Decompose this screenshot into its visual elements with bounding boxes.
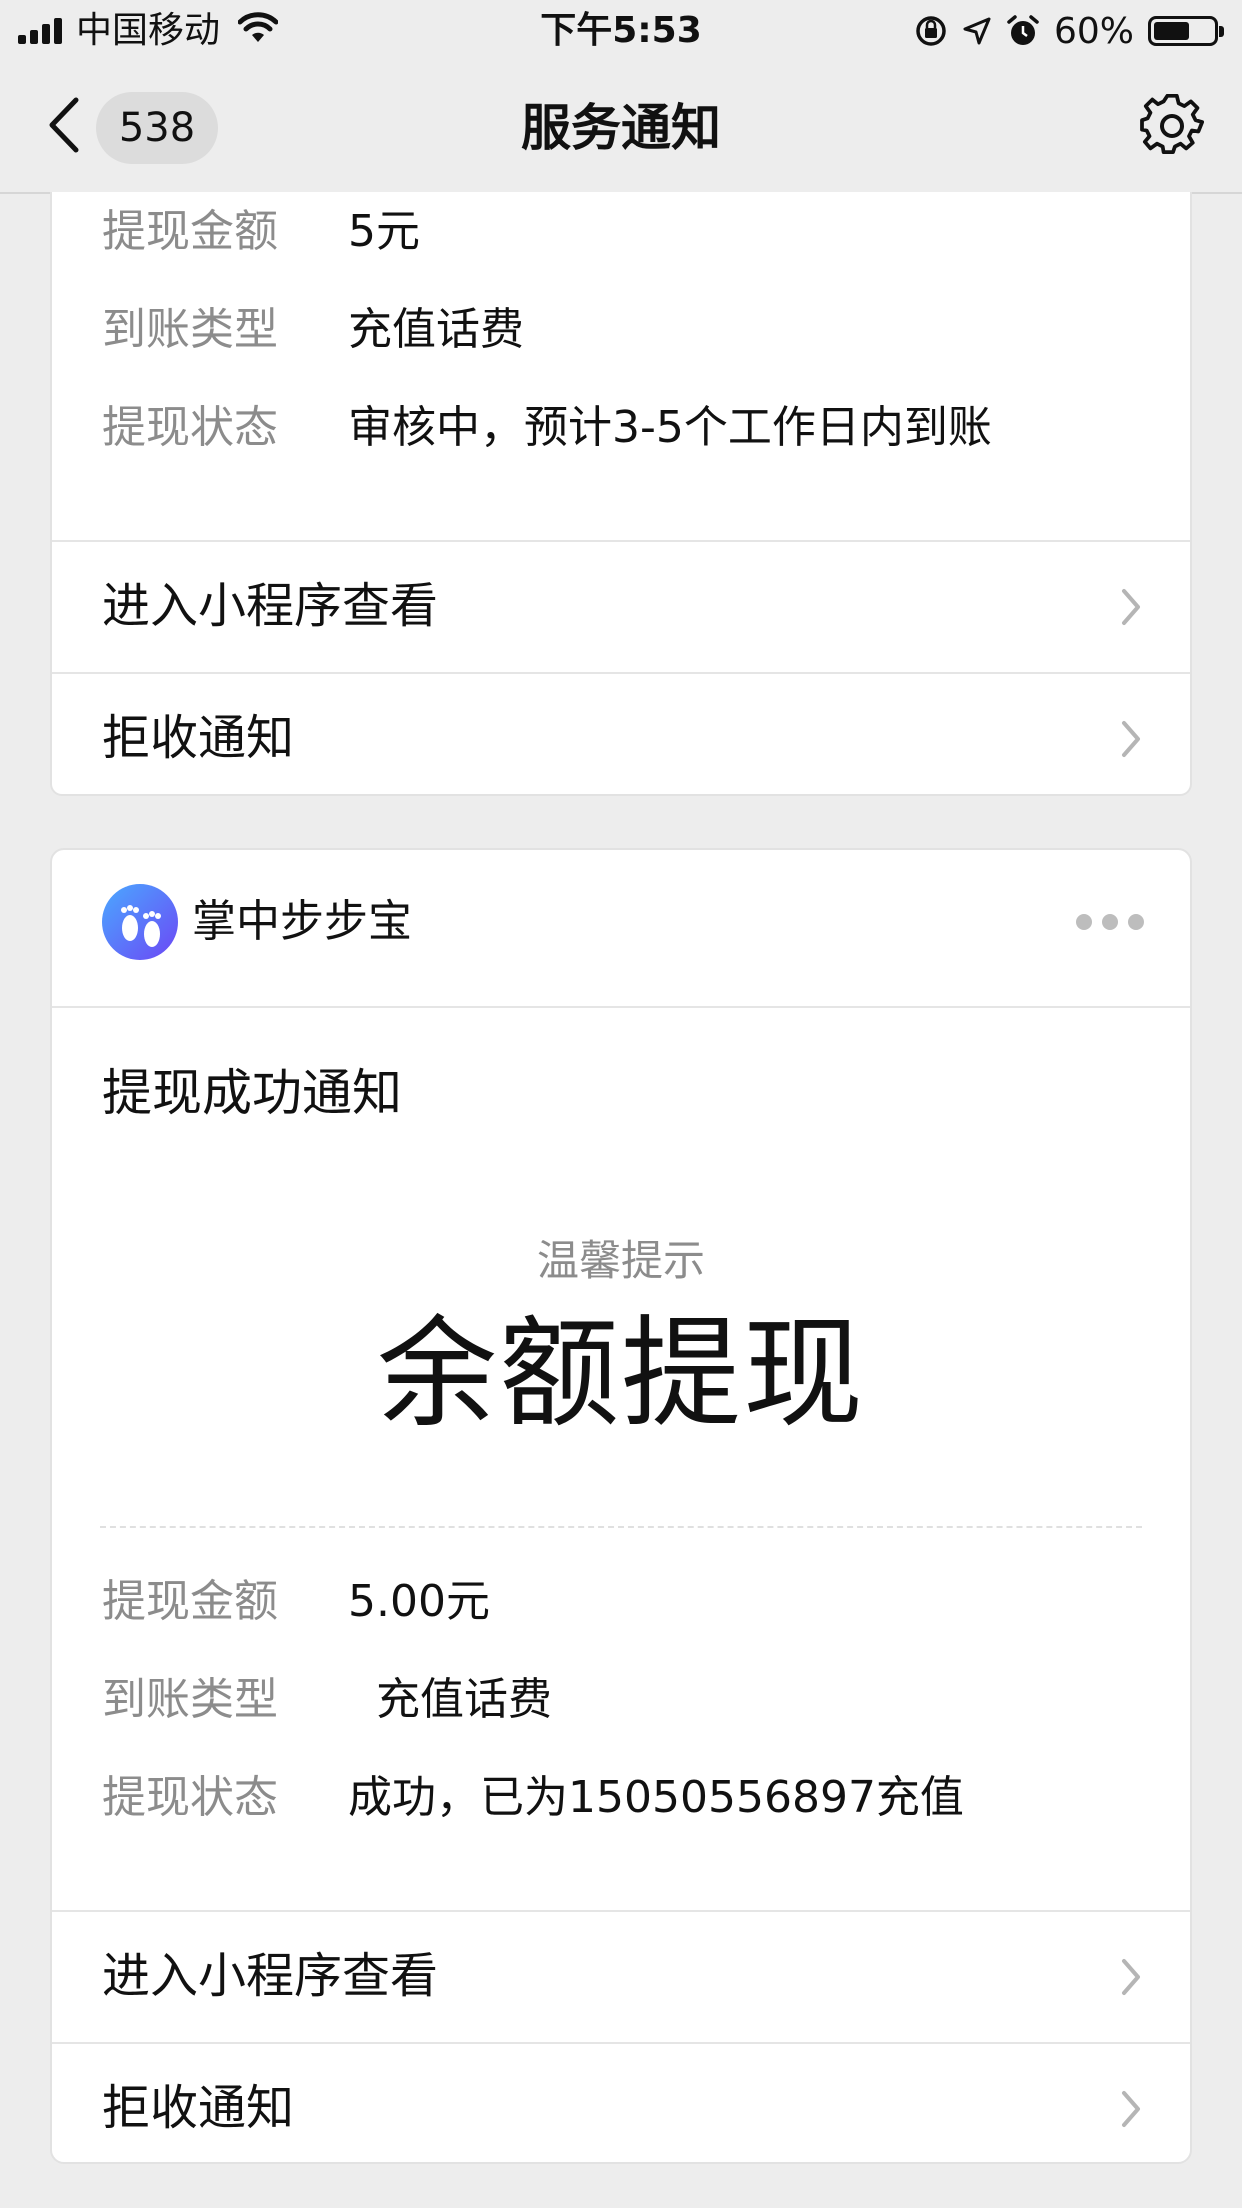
detail-value: 审核中，预计3-5个工作日内到账: [348, 402, 992, 453]
headline: 余额提现: [377, 1305, 865, 1444]
alarm-icon: [1007, 15, 1039, 45]
link-label: 拒收通知: [102, 2080, 295, 2136]
more-options-icon[interactable]: [1076, 914, 1144, 930]
chevron-right-icon: [1122, 2091, 1140, 2127]
detail-value: 5.00元: [348, 1576, 490, 1627]
link-label: 进入小程序查看: [102, 578, 439, 634]
detail-value: 成功，已为15050556897充值: [348, 1772, 964, 1823]
detail-value: 5元: [348, 206, 420, 257]
detail-label: 到账类型: [102, 304, 278, 355]
location-arrow-icon: [963, 17, 991, 45]
link-label: 进入小程序查看: [102, 1948, 439, 2004]
chevron-right-icon: [1122, 721, 1140, 757]
gear-icon[interactable]: [1140, 94, 1204, 158]
hint-text: 温馨提示: [536, 1236, 705, 1285]
detail-label: 提现状态: [102, 402, 278, 453]
divider: [52, 1006, 1190, 1008]
link-label: 拒收通知: [102, 710, 295, 766]
navigation-bar: 538 服务通知: [0, 62, 1242, 194]
open-miniprogram-link[interactable]: 进入小程序查看: [52, 542, 1190, 672]
reject-notification-link[interactable]: 拒收通知: [52, 2044, 1190, 2162]
battery-percentage: 60%: [1053, 10, 1134, 52]
reject-notification-link[interactable]: 拒收通知: [52, 674, 1190, 804]
open-miniprogram-link[interactable]: 进入小程序查看: [52, 1912, 1190, 2042]
rotation-lock-icon: [916, 16, 946, 46]
source-header[interactable]: 掌中步步宝: [102, 884, 412, 960]
detail-value: 充值话费: [348, 304, 524, 355]
footprints-logo-icon: [102, 884, 178, 960]
chevron-right-icon: [1122, 589, 1140, 625]
detail-label: 到账类型: [102, 1674, 278, 1725]
notice-title: 提现成功通知: [102, 1064, 402, 1122]
chevron-right-icon: [1122, 1959, 1140, 1995]
detail-label: 提现金额: [102, 1576, 278, 1627]
dashed-divider: [100, 1526, 1142, 1528]
source-name: 掌中步步宝: [192, 896, 412, 947]
battery-icon: [1148, 16, 1224, 46]
status-bar: 中国移动 下午5:53 60%: [0, 0, 1242, 62]
service-notice-card: 掌中步步宝 提现成功通知 温馨提示 余额提现 提现金额 5.00元 到账类型 充…: [50, 848, 1192, 2164]
detail-label: 提现金额: [102, 206, 278, 257]
detail-label: 提现状态: [102, 1772, 278, 1823]
detail-value: 充值话费: [348, 1674, 552, 1725]
service-notice-card: 提现金额 5元 到账类型 充值话费 提现状态 审核中，预计3-5个工作日内到账 …: [50, 192, 1192, 796]
page-title: 服务通知: [521, 99, 721, 157]
